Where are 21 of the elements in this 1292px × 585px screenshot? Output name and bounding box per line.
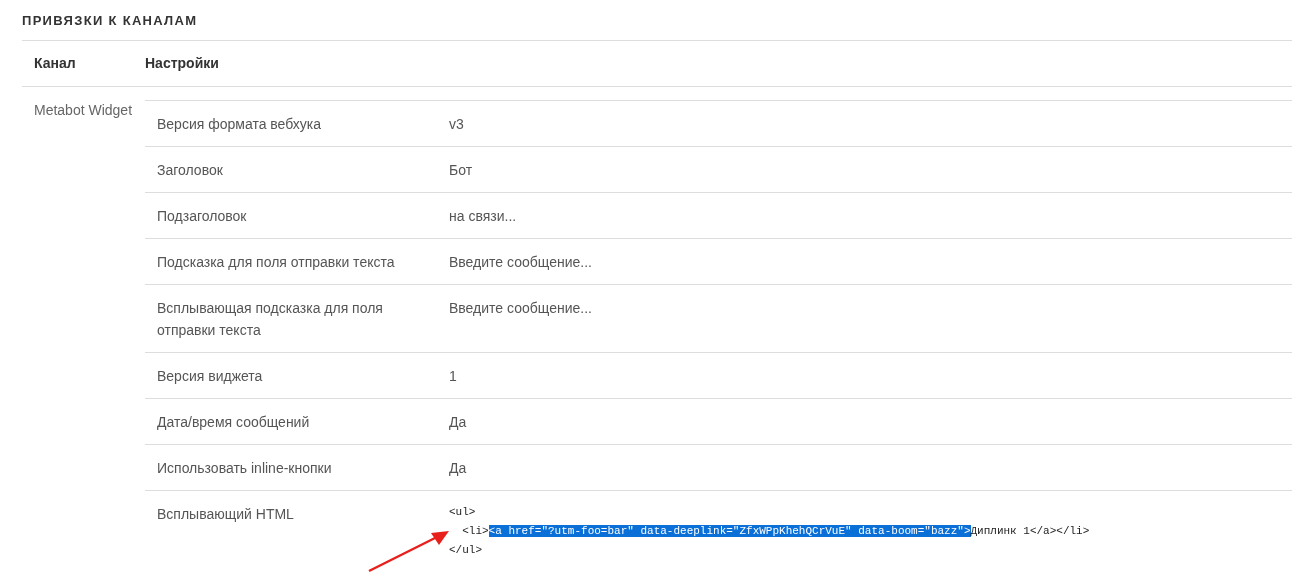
setting-value: Введите сообщение...: [449, 300, 592, 316]
channel-name: Metabot Widget: [34, 102, 133, 118]
setting-value: на связи...: [449, 208, 517, 224]
setting-value: v3: [449, 116, 464, 132]
column-header: Настройки: [145, 54, 219, 73]
setting-label: Всплывающая подсказка для поля отправки текста: [157, 300, 383, 338]
setting-label: Версия формата вебхука: [157, 116, 321, 132]
setting-label: Дата/время сообщений: [157, 414, 310, 430]
setting-label: Подсказка для поля отправки текста: [157, 254, 395, 270]
setting-label: Подзаголовок: [157, 208, 247, 224]
setting-label: Использовать inline-кнопки: [157, 460, 332, 476]
setting-label: Версия виджета: [157, 368, 263, 384]
setting-value: Да: [449, 414, 467, 430]
setting-value: Бот: [449, 162, 473, 178]
setting-value: Да: [449, 460, 467, 476]
setting-label: Заголовок: [157, 162, 223, 178]
column-header: Канал: [33, 54, 77, 73]
setting-value: 1: [449, 368, 457, 384]
setting-label: Всплывающий HTML: [157, 506, 294, 522]
section-title: ПРИВЯЗКИ К КАНАЛАМ: [22, 12, 199, 30]
setting-value: Введите сообщение...: [449, 254, 592, 270]
